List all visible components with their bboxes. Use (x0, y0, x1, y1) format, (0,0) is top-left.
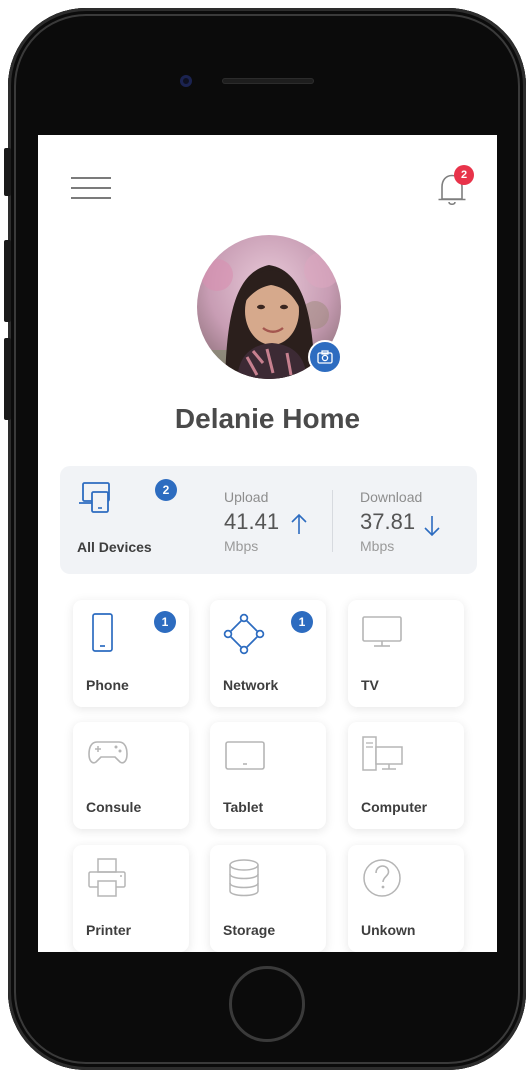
upload-value: 41.41 (224, 509, 280, 534)
tile-tv[interactable]: TV (348, 600, 464, 707)
download-unit: Mbps (360, 538, 395, 554)
download-title: Download (360, 489, 423, 505)
devices-icon (79, 482, 110, 513)
earpiece-speaker (222, 78, 314, 84)
question-icon (363, 859, 401, 897)
notifications-button[interactable]: 2 (436, 165, 474, 206)
home-button[interactable] (229, 966, 305, 1042)
stats-divider (332, 490, 333, 552)
tile-label: Storage (223, 922, 276, 938)
network-icon (223, 613, 265, 655)
tile-label: Printer (86, 922, 132, 938)
all-devices-button[interactable]: 2 All Devices (60, 466, 210, 574)
download-value: 37.81 (360, 509, 416, 534)
tile-label: Consule (86, 799, 142, 815)
printer-icon (88, 858, 126, 897)
tile-network[interactable]: 1 Network (210, 600, 326, 707)
app-screen: 2 Delanie Home 2 All Devices Upload 41.4… (38, 135, 497, 952)
change-photo-button[interactable] (308, 340, 342, 374)
tablet-icon (225, 741, 265, 770)
tile-label: Network (223, 677, 279, 693)
hamburger-menu-icon[interactable] (71, 177, 111, 201)
mute-switch (4, 148, 11, 196)
tile-label: Computer (361, 799, 428, 815)
all-devices-count-badge: 2 (155, 479, 177, 501)
upload-unit: Mbps (224, 538, 259, 554)
arrow-down-icon (424, 516, 440, 537)
tile-printer[interactable]: Printer (73, 845, 189, 952)
arrow-up-icon (291, 513, 307, 534)
volume-down-button (4, 338, 11, 420)
phone-count-badge: 1 (154, 611, 176, 633)
all-devices-label: All Devices (77, 539, 152, 555)
tv-icon (362, 616, 402, 647)
tile-label: Unkown (361, 922, 416, 938)
network-count-badge: 1 (291, 611, 313, 633)
tile-phone[interactable]: 1 Phone (73, 600, 189, 707)
tile-tablet[interactable]: Tablet (210, 722, 326, 829)
computer-icon (362, 736, 403, 771)
notification-count-badge: 2 (454, 165, 474, 185)
tile-storage[interactable]: Storage (210, 845, 326, 952)
volume-up-button (4, 240, 11, 322)
database-icon (229, 859, 259, 897)
phone-icon (92, 613, 113, 652)
upload-title: Upload (224, 489, 269, 505)
gamepad-icon (88, 741, 128, 764)
tile-unknown[interactable]: Unkown (348, 845, 464, 952)
network-stats-panel: 2 All Devices Upload 41.41 Mbps Download… (60, 466, 477, 574)
tile-label: TV (361, 677, 379, 693)
camera-icon (317, 350, 333, 364)
tile-label: Tablet (223, 799, 264, 815)
home-title: Delanie Home (174, 403, 361, 434)
tile-label: Phone (86, 677, 129, 693)
front-camera (180, 75, 192, 87)
tile-consule[interactable]: Consule (73, 722, 189, 829)
tile-computer[interactable]: Computer (348, 722, 464, 829)
